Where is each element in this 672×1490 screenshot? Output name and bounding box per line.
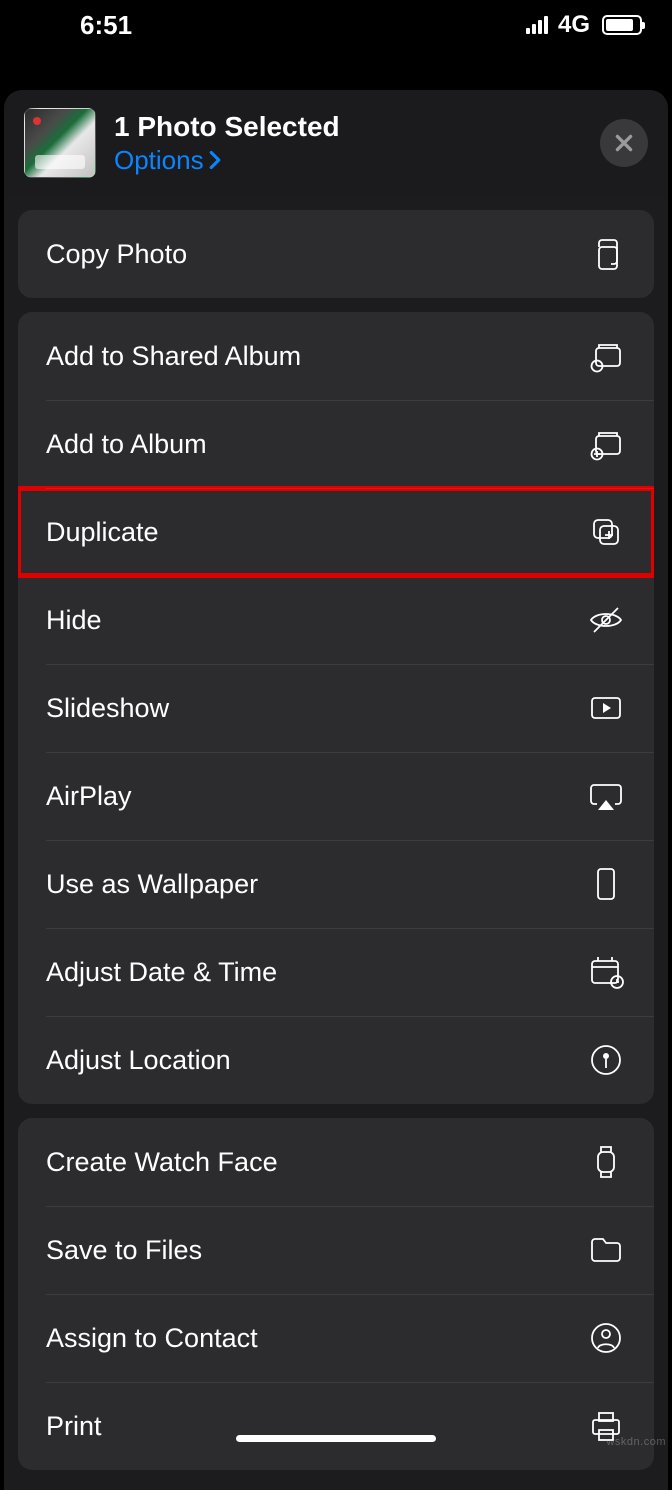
calendar-clock-icon [584,950,628,994]
slideshow-label: Slideshow [46,693,169,724]
assign-contact-label: Assign to Contact [46,1323,258,1354]
duplicate-item[interactable]: Duplicate [18,488,654,576]
shared-album-icon [584,334,628,378]
hide-icon [584,598,628,642]
phone-icon [584,862,628,906]
print-label: Print [46,1411,102,1442]
duplicate-label: Duplicate [46,517,159,548]
save-files-item[interactable]: Save to Files [18,1206,654,1294]
airplay-item[interactable]: AirPlay [18,752,654,840]
airplay-icon [584,774,628,818]
action-group-2: Add to Shared Album Add to Album Duplica… [18,312,654,1104]
contact-icon [584,1316,628,1360]
slideshow-item[interactable]: Slideshow [18,664,654,752]
chevron-right-icon [208,150,222,170]
wallpaper-label: Use as Wallpaper [46,869,258,900]
share-sheet: 1 Photo Selected Options Copy Photo Add … [4,90,668,1490]
slideshow-icon [584,686,628,730]
action-group-3: Create Watch Face Save to Files Assign t… [18,1118,654,1470]
hide-item[interactable]: Hide [18,576,654,664]
adjust-location-label: Adjust Location [46,1045,231,1076]
action-group-1: Copy Photo [18,210,654,298]
sheet-header: 1 Photo Selected Options [4,90,668,196]
close-button[interactable] [600,119,648,167]
add-shared-album-item[interactable]: Add to Shared Album [18,312,654,400]
add-shared-album-label: Add to Shared Album [46,341,301,372]
photo-thumbnail[interactable] [24,108,96,178]
network-type: 4G [558,11,590,39]
options-label: Options [114,145,204,176]
watch-face-label: Create Watch Face [46,1147,278,1178]
adjust-location-item[interactable]: Adjust Location [18,1016,654,1104]
watermark: wskdn.com [606,1436,666,1448]
hide-label: Hide [46,605,102,636]
save-files-label: Save to Files [46,1235,202,1266]
actions-container: Copy Photo Add to Shared Album Add to Al… [4,196,668,1490]
assign-contact-item[interactable]: Assign to Contact [18,1294,654,1382]
selection-title: 1 Photo Selected [114,111,582,143]
add-album-icon [584,422,628,466]
close-icon [613,132,635,154]
adjust-date-item[interactable]: Adjust Date & Time [18,928,654,1016]
status-indicators: 4G [526,11,642,39]
status-time: 6:51 [80,10,132,41]
copy-photo-icon [584,232,628,276]
adjust-date-label: Adjust Date & Time [46,957,277,988]
status-bar: 6:51 4G [0,0,672,50]
airplay-label: AirPlay [46,781,132,812]
options-button[interactable]: Options [114,145,582,176]
battery-icon [602,15,642,35]
folder-icon [584,1228,628,1272]
print-item[interactable]: Print [18,1382,654,1470]
watch-face-item[interactable]: Create Watch Face [18,1118,654,1206]
wallpaper-item[interactable]: Use as Wallpaper [18,840,654,928]
home-indicator[interactable] [236,1435,436,1442]
copy-photo-label: Copy Photo [46,239,187,270]
add-album-label: Add to Album [46,429,207,460]
add-album-item[interactable]: Add to Album [18,400,654,488]
location-pin-icon [584,1038,628,1082]
watch-icon [584,1140,628,1184]
cellular-signal-icon [526,16,548,34]
duplicate-icon [584,510,628,554]
copy-photo-item[interactable]: Copy Photo [18,210,654,298]
